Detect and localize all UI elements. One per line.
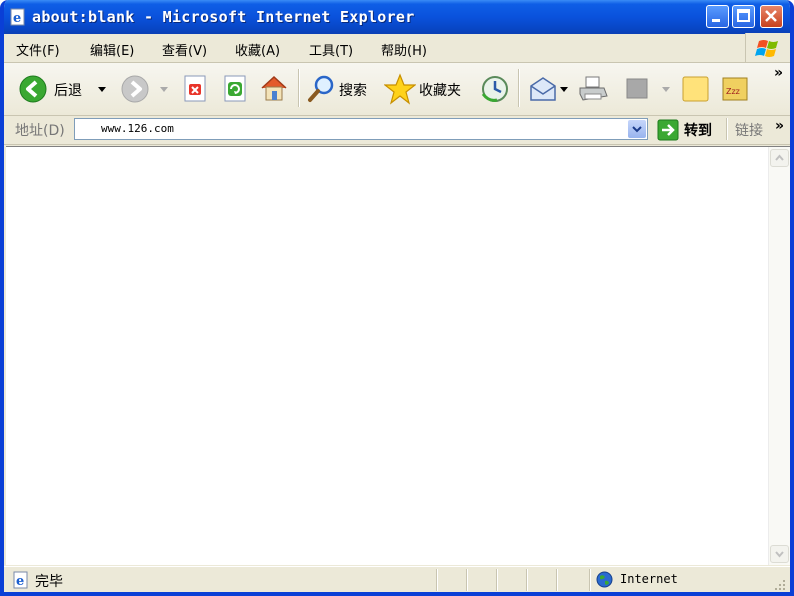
edit-page-icon [626, 78, 648, 99]
chevron-down-icon [632, 126, 642, 133]
status-pane-divider [466, 569, 468, 591]
forward-dropdown-icon[interactable] [160, 87, 168, 93]
refresh-icon[interactable] [222, 75, 248, 103]
toolbar-separator [298, 69, 300, 107]
status-bar: e 完毕 Internet [4, 566, 790, 592]
toolbar-separator [518, 69, 520, 107]
search-button[interactable]: 搜索 [306, 74, 374, 104]
windows-logo [745, 33, 790, 62]
menu-tools[interactable]: 工具(T) [309, 40, 353, 59]
scroll-up-button[interactable] [770, 149, 789, 167]
messenger-icon[interactable]: Zzz [720, 74, 752, 104]
menu-edit[interactable]: 编辑(E) [90, 40, 134, 59]
discuss-note-icon[interactable] [680, 74, 712, 104]
windows-flag-icon [755, 40, 778, 57]
forward-arrow-icon [121, 75, 149, 103]
maximize-button[interactable] [732, 5, 755, 28]
mail-button[interactable] [528, 74, 570, 104]
edit-dropdown-icon[interactable] [662, 87, 670, 93]
close-icon [765, 10, 777, 22]
home-icon[interactable] [259, 73, 289, 103]
forward-button[interactable] [118, 74, 170, 104]
menu-help[interactable]: 帮助(H) [381, 40, 427, 59]
links-more-chevron[interactable]: » [775, 118, 784, 134]
page-content-area[interactable] [6, 146, 790, 565]
status-pane-divider [436, 569, 438, 591]
menu-favorites[interactable]: 收藏(A) [235, 40, 280, 59]
svg-text:e: e [13, 11, 21, 26]
search-icon [308, 75, 334, 102]
address-box[interactable] [74, 118, 648, 140]
stop-icon[interactable] [182, 75, 208, 103]
title-bar[interactable]: e about:blank - Microsoft Internet Explo… [4, 0, 790, 34]
address-label: 地址(D) [15, 123, 65, 139]
go-button[interactable]: 转到 [684, 120, 712, 140]
history-icon[interactable] [479, 74, 511, 104]
close-button[interactable] [760, 5, 783, 28]
address-bar: 地址(D) 转到 链接 » [4, 116, 790, 145]
toolbar-more-chevron[interactable]: » [774, 65, 783, 81]
standard-toolbar: 后退 搜索 收藏夹 Zzz » [4, 63, 790, 116]
scroll-down-button[interactable] [770, 545, 789, 563]
address-input[interactable] [101, 122, 601, 135]
print-icon[interactable] [577, 74, 609, 104]
status-pane-divider [496, 569, 498, 591]
internet-globe-icon [596, 571, 613, 588]
status-pane-divider [589, 569, 591, 591]
status-pane-divider [526, 569, 528, 591]
favorites-button[interactable]: 收藏夹 [384, 73, 470, 105]
search-label: 搜索 [339, 83, 367, 99]
edit-button[interactable] [624, 76, 672, 102]
links-label[interactable]: 链接 [735, 120, 763, 140]
back-label: 后退 [54, 83, 82, 99]
address-separator [726, 118, 728, 140]
svg-text:e: e [16, 574, 24, 589]
minimize-icon [712, 19, 720, 22]
back-button[interactable]: 后退 [14, 74, 109, 104]
minimize-button[interactable] [706, 5, 729, 28]
security-zone-label: Internet [620, 572, 678, 586]
chevron-up-icon [775, 154, 784, 161]
back-arrow-icon [19, 75, 47, 103]
mail-dropdown-icon[interactable] [560, 87, 568, 93]
menu-file[interactable]: 文件(F) [16, 40, 60, 59]
svg-text:Zzz: Zzz [726, 87, 740, 96]
vertical-scrollbar[interactable] [768, 147, 790, 565]
go-arrow-icon[interactable] [657, 119, 679, 141]
status-pane-divider [556, 569, 558, 591]
chevron-down-icon [775, 551, 784, 558]
maximize-icon [737, 9, 750, 22]
menu-bar: 文件(F) 编辑(E) 查看(V) 收藏(A) 工具(T) 帮助(H) [4, 33, 790, 63]
window-title: about:blank - Microsoft Internet Explore… [32, 8, 415, 26]
status-text: 完毕 [35, 574, 63, 590]
address-dropdown-button[interactable] [628, 120, 646, 138]
page-done-icon: e [13, 571, 28, 589]
menu-view[interactable]: 查看(V) [162, 40, 207, 59]
ie-window: e about:blank - Microsoft Internet Explo… [0, 0, 794, 596]
resize-grip-icon[interactable] [774, 579, 786, 591]
mail-envelope-icon [530, 77, 556, 101]
favorites-star-icon [384, 73, 416, 105]
favorites-label: 收藏夹 [419, 83, 461, 99]
ie-page-icon: e [10, 8, 25, 26]
back-dropdown-icon[interactable] [98, 87, 106, 93]
